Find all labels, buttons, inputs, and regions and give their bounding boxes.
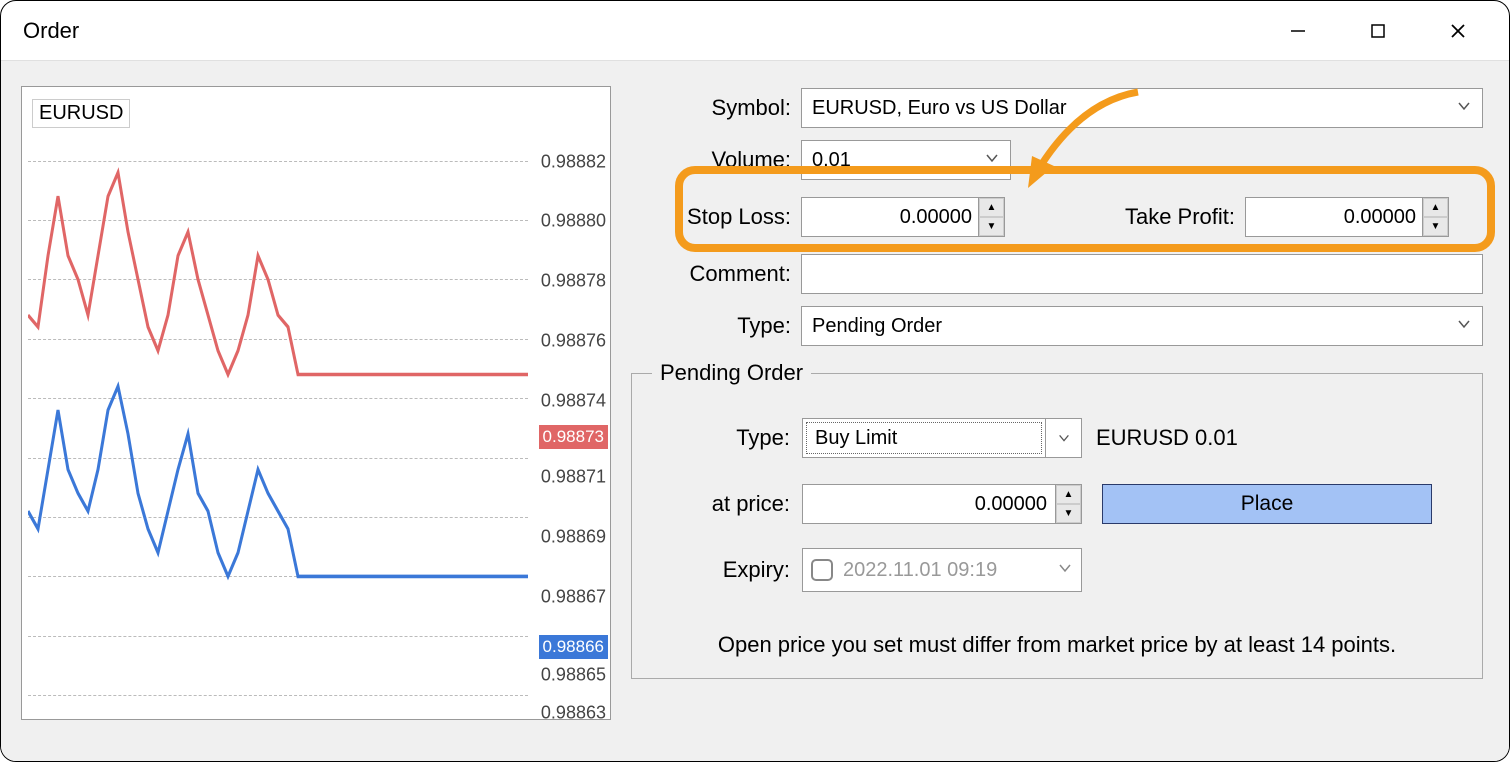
minimize-button[interactable]: [1273, 11, 1323, 51]
takeprofit-down[interactable]: ▼: [1423, 217, 1448, 236]
atprice-row: at price: 0.00000 ▲▼ Place: [652, 482, 1462, 526]
pending-type-value: Buy Limit: [806, 422, 1042, 454]
stoploss-down[interactable]: ▼: [979, 217, 1004, 236]
window-title: Order: [23, 18, 79, 44]
tick-chart: EURUSD 0.98882 0.98880 0.98878 0.98876 0…: [21, 86, 611, 720]
chevron-down-icon: [1456, 315, 1472, 338]
symbol-row: Symbol: EURUSD, Euro vs US Dollar: [631, 86, 1483, 130]
type-row: Type: Pending Order: [631, 304, 1483, 348]
client-area: EURUSD 0.98882 0.98880 0.98878 0.98876 0…: [1, 61, 1509, 761]
sl-tp-row: Stop Loss: 0.00000 ▲▼ Take Profit: 0.000…: [631, 190, 1483, 244]
type-value: Pending Order: [812, 315, 942, 338]
pending-type-dropdown[interactable]: Buy Limit: [802, 418, 1082, 458]
stoploss-up[interactable]: ▲: [979, 198, 1004, 217]
y-tick: 0.98878: [541, 271, 606, 292]
chart-grid: [28, 125, 528, 719]
order-form: Symbol: EURUSD, Euro vs US Dollar Volume…: [625, 86, 1489, 736]
takeprofit-spinner[interactable]: 0.00000 ▲▼: [1245, 197, 1449, 237]
maximize-button[interactable]: [1353, 11, 1403, 51]
atprice-down[interactable]: ▼: [1056, 504, 1081, 523]
pending-legend: Pending Order: [652, 360, 811, 386]
atprice-label: at price:: [652, 491, 802, 517]
atprice-value: 0.00000: [803, 493, 1055, 516]
volume-value: 0.01: [812, 149, 851, 172]
atprice-up[interactable]: ▲: [1056, 485, 1081, 504]
pending-order-group: Pending Order Type: Buy Limit EURUSD 0.0…: [631, 360, 1483, 679]
y-tick: 0.98865: [541, 665, 606, 686]
type-label: Type:: [631, 313, 801, 339]
stoploss-label: Stop Loss:: [631, 204, 801, 230]
expiry-label: Expiry:: [652, 557, 802, 583]
comment-input[interactable]: [801, 254, 1483, 294]
takeprofit-up[interactable]: ▲: [1423, 198, 1448, 217]
stoploss-spinner[interactable]: 0.00000 ▲▼: [801, 197, 1005, 237]
volume-dropdown[interactable]: 0.01: [801, 140, 1011, 180]
bid-price-tag: 0.98866: [539, 635, 608, 659]
expiry-datetime: 2022.11.01 09:19: [843, 559, 997, 582]
order-window: Order EURUSD 0.98882 0.98880 0.98878 0.9…: [0, 0, 1510, 762]
pending-type-row: Type: Buy Limit EURUSD 0.01: [652, 416, 1462, 460]
symbol-dropdown[interactable]: EURUSD, Euro vs US Dollar: [801, 88, 1483, 128]
comment-row: Comment:: [631, 252, 1483, 296]
takeprofit-value: 0.00000: [1246, 206, 1422, 229]
close-button[interactable]: [1433, 11, 1483, 51]
ask-price-tag: 0.98873: [539, 425, 608, 449]
pending-footnote: Open price you set must differ from mark…: [652, 632, 1462, 658]
y-tick: 0.98880: [541, 211, 606, 232]
expiry-picker[interactable]: 2022.11.01 09:19: [802, 548, 1082, 592]
volume-row: Volume: 0.01: [631, 138, 1483, 182]
stoploss-value: 0.00000: [802, 206, 978, 229]
y-tick: 0.98882: [541, 152, 606, 173]
chevron-down-icon: [1045, 419, 1081, 457]
y-tick: 0.98863: [541, 703, 606, 724]
takeprofit-label: Take Profit:: [1005, 204, 1245, 230]
y-tick: 0.98876: [541, 331, 606, 352]
expiry-row: Expiry: 2022.11.01 09:19: [652, 548, 1462, 592]
place-button[interactable]: Place: [1102, 484, 1432, 524]
titlebar: Order: [1, 1, 1509, 61]
comment-label: Comment:: [631, 261, 801, 287]
pending-type-label: Type:: [652, 425, 802, 451]
chevron-down-icon: [984, 149, 1000, 172]
expiry-checkbox[interactable]: [811, 559, 833, 581]
symbol-label: Symbol:: [631, 95, 801, 121]
y-tick: 0.98869: [541, 527, 606, 548]
y-tick: 0.98874: [541, 391, 606, 412]
chevron-down-icon: [1456, 97, 1472, 120]
type-dropdown[interactable]: Pending Order: [801, 306, 1483, 346]
y-tick: 0.98871: [541, 467, 606, 488]
volume-label: Volume:: [631, 147, 801, 173]
symbol-value: EURUSD, Euro vs US Dollar: [812, 97, 1067, 120]
chevron-down-icon: [1057, 560, 1073, 581]
pending-info: EURUSD 0.01: [1096, 425, 1238, 451]
chart-symbol-label: EURUSD: [32, 99, 130, 128]
window-controls: [1273, 11, 1501, 51]
atprice-spinner[interactable]: 0.00000 ▲▼: [802, 484, 1082, 524]
y-tick: 0.98867: [541, 587, 606, 608]
